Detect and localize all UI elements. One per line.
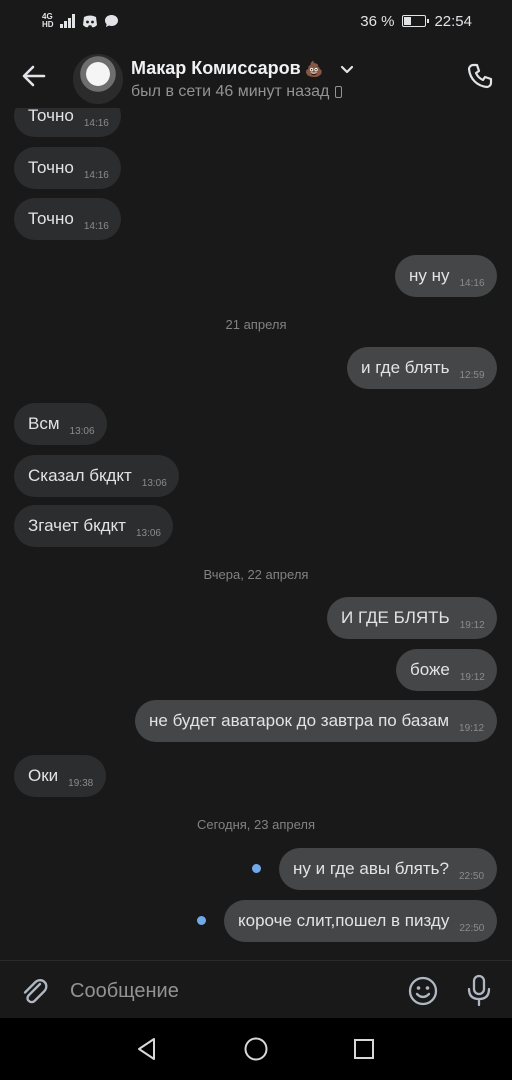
message-text: Точно — [28, 106, 74, 125]
incoming-message[interactable]: Точно 14:16 — [14, 147, 121, 189]
nav-home-icon[interactable] — [243, 1036, 269, 1062]
message-text: ну ну — [409, 266, 450, 285]
incoming-message[interactable]: Згачет бкдкт 13:06 — [14, 505, 173, 547]
message-time: 14:16 — [83, 117, 109, 129]
message-text: Оки — [28, 766, 59, 785]
chat-notification-icon — [104, 15, 118, 27]
nav-recents-icon[interactable] — [352, 1037, 376, 1061]
outgoing-message[interactable]: ну и где авы блять? 22:50 — [279, 848, 497, 890]
date-separator: 21 апреля — [225, 317, 287, 332]
discord-icon — [82, 15, 97, 27]
message-input[interactable] — [68, 971, 392, 1011]
battery-percent: 36 % — [360, 12, 395, 30]
chevron-down-icon[interactable] — [340, 64, 354, 76]
network-sub: HD — [42, 20, 54, 29]
incoming-message[interactable]: Точно 14:16 — [14, 198, 121, 240]
message-time: 13:06 — [69, 425, 95, 437]
message-text: не будет аватарок до завтра по базам — [149, 711, 450, 730]
message-text: Точно — [28, 209, 74, 228]
incoming-message[interactable]: Сказал бкдкт 13:06 — [14, 455, 179, 497]
microphone-icon[interactable] — [464, 974, 494, 1008]
message-text: Точно — [28, 158, 74, 177]
incoming-message[interactable]: Оки 19:38 — [14, 755, 106, 797]
outgoing-message[interactable]: ну ну 14:16 — [395, 255, 497, 297]
message-time: 14:16 — [83, 220, 109, 232]
message-text: и где блять — [361, 358, 450, 377]
message-time: 13:06 — [135, 527, 161, 539]
nav-back-icon[interactable] — [134, 1036, 160, 1062]
unread-indicator — [197, 916, 206, 925]
incoming-message[interactable]: Всм 13:06 — [14, 403, 107, 445]
network-indicator: 4G HD — [42, 13, 54, 29]
message-time: 13:06 — [141, 477, 167, 489]
last-seen-status: был в сети 46 минут назад — [131, 83, 343, 101]
battery-icon — [402, 15, 430, 27]
battery-fill — [404, 17, 412, 25]
status-bar: 4G HD 36 % 22:54 — [0, 0, 512, 42]
chat-header: Макар Комиссаров 💩 был в сети 46 минут на… — [0, 42, 512, 108]
message-text: Сказал бкдкт — [28, 466, 132, 485]
paperclip-icon[interactable] — [18, 975, 50, 1007]
message-text: короче слит,пошел в пизду — [238, 911, 450, 930]
outgoing-message[interactable]: короче слит,пошел в пизду 22:50 — [224, 900, 497, 942]
message-time: 19:12 — [459, 722, 485, 734]
message-text: ну и где авы блять? — [293, 859, 449, 878]
message-time: 14:16 — [459, 277, 485, 289]
signal-icon — [59, 14, 75, 28]
outgoing-message[interactable]: И ГДЕ БЛЯТЬ 19:12 — [327, 597, 497, 639]
message-text: Згачет бкдкт — [28, 516, 126, 535]
phone-icon[interactable] — [466, 62, 494, 90]
message-time: 19:12 — [459, 619, 485, 631]
contact-emoji: 💩 — [304, 61, 324, 78]
system-navigation-bar — [0, 1018, 512, 1080]
message-time: 12:59 — [459, 369, 485, 381]
message-time: 22:50 — [459, 870, 485, 882]
outgoing-message[interactable]: не будет аватарок до завтра по базам 19:1… — [135, 700, 497, 742]
message-time: 22:50 — [459, 922, 485, 934]
clock: 22:54 — [434, 12, 472, 30]
arrow-left-icon[interactable] — [20, 62, 48, 90]
message-time: 14:16 — [83, 169, 109, 181]
date-separator: Вчера, 22 апреля — [203, 567, 309, 582]
last-seen-text: был в сети 46 минут назад — [131, 83, 330, 100]
message-text: боже — [410, 660, 450, 679]
contact-name[interactable]: Макар Комиссаров 💩 — [131, 58, 323, 79]
message-list[interactable]: Точно 14:16 Точно 14:16 Точно 14:16 ну ну 14:16… — [0, 100, 512, 960]
message-composer — [0, 960, 512, 1018]
message-text: И ГДЕ БЛЯТЬ — [341, 608, 450, 627]
avatar[interactable] — [73, 54, 123, 104]
smile-icon[interactable] — [407, 975, 439, 1007]
outgoing-message[interactable]: и где блять 12:59 — [347, 347, 497, 389]
unread-indicator — [252, 864, 261, 873]
mobile-device-icon — [335, 86, 343, 98]
contact-name-text: Макар Комиссаров — [131, 58, 301, 78]
message-text: Всм — [28, 414, 60, 433]
date-separator: Сегодня, 23 апреля — [196, 817, 316, 832]
message-time: 19:12 — [459, 671, 485, 683]
outgoing-message[interactable]: боже 19:12 — [396, 649, 497, 691]
message-time: 19:38 — [68, 777, 94, 789]
